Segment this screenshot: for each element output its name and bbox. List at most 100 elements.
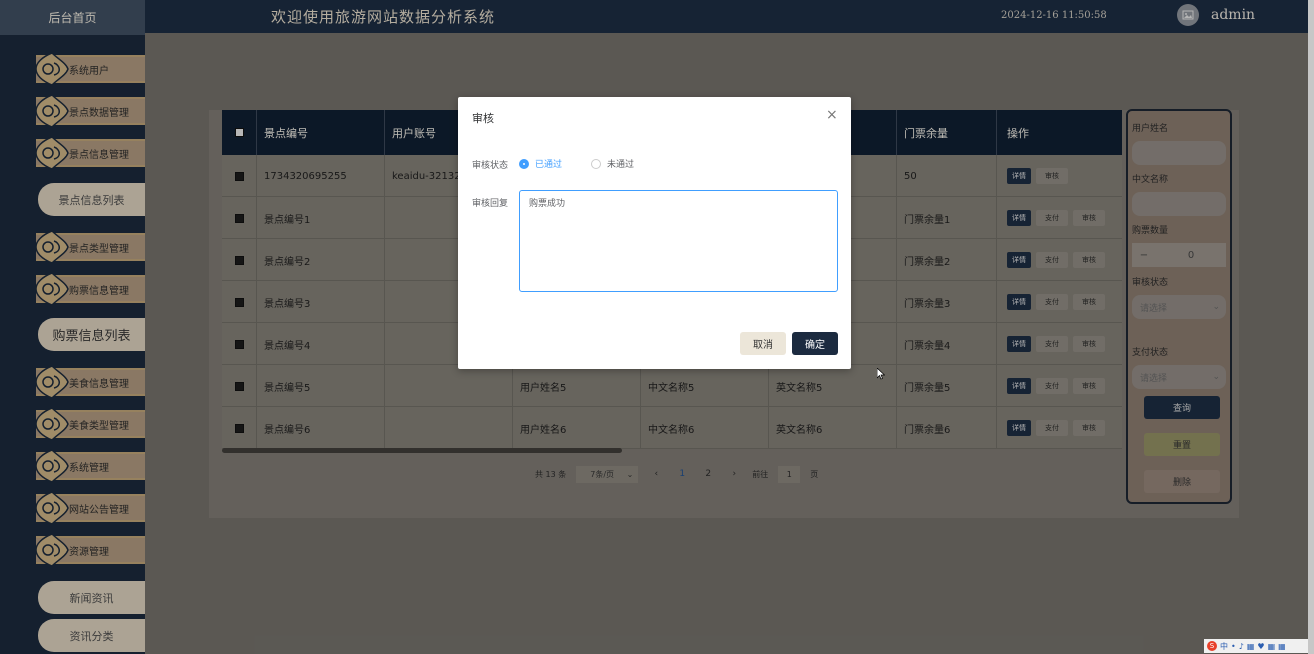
review-button[interactable]: 审核 bbox=[1073, 336, 1105, 352]
confirm-button[interactable]: 确定 bbox=[792, 332, 838, 355]
sidebar-item-ticket-info[interactable]: 购票信息管理 bbox=[35, 272, 145, 306]
detail-button[interactable]: 详情 bbox=[1007, 168, 1031, 184]
sidebar-item-scenic-info[interactable]: 景点信息管理 bbox=[35, 136, 145, 170]
ime-toolbar[interactable]: S 中 • ♪ ▦ ♥ ▦ ▦ bbox=[1204, 639, 1308, 653]
toolbox-icon[interactable]: ▦ bbox=[1268, 642, 1276, 651]
sidebar-item-announcement[interactable]: 网站公告管理 bbox=[35, 491, 145, 525]
review-button[interactable]: 审核 bbox=[1036, 168, 1068, 184]
review-button[interactable]: 审核 bbox=[1073, 252, 1105, 268]
prev-page-icon[interactable]: ‹ bbox=[648, 469, 664, 479]
pay-button[interactable]: 支付 bbox=[1036, 294, 1068, 310]
username[interactable]: admin bbox=[1211, 7, 1255, 23]
microphone-icon[interactable]: ♪ bbox=[1239, 642, 1244, 651]
radio-unchecked-icon bbox=[591, 158, 601, 169]
page-number[interactable]: 2 bbox=[700, 469, 716, 479]
sidebar-subitem-ticket-list[interactable]: 购票信息列表 bbox=[38, 318, 145, 351]
detail-button[interactable]: 详情 bbox=[1007, 378, 1031, 394]
row-checkbox[interactable] bbox=[234, 297, 244, 307]
select-all-checkbox-cell[interactable] bbox=[222, 110, 257, 155]
next-page-icon[interactable]: › bbox=[726, 469, 742, 479]
reset-button[interactable]: 重置 bbox=[1144, 433, 1220, 456]
sidebar-item-label: 系统管理 bbox=[69, 462, 109, 474]
ornament-icon bbox=[35, 407, 69, 441]
top-header bbox=[0, 0, 1308, 33]
row-checkbox[interactable] bbox=[234, 213, 244, 223]
cn-name-input[interactable] bbox=[1132, 192, 1226, 216]
quantity-stepper[interactable]: − 0 bbox=[1132, 243, 1226, 267]
radio-failed[interactable]: 未通过 bbox=[591, 157, 634, 170]
pay-button[interactable]: 支付 bbox=[1036, 420, 1068, 436]
review-button[interactable]: 审核 bbox=[1073, 378, 1105, 394]
sidebar-item-scenic-data[interactable]: 景点数据管理 bbox=[35, 94, 145, 128]
review-button[interactable]: 审核 bbox=[1073, 420, 1105, 436]
pay-button[interactable]: 支付 bbox=[1036, 210, 1068, 226]
user-name-input[interactable] bbox=[1132, 141, 1226, 165]
sidebar-item-system-users[interactable]: 系统用户 bbox=[35, 52, 145, 86]
cancel-button[interactable]: 取消 bbox=[740, 332, 786, 355]
ornament-icon bbox=[35, 94, 69, 128]
row-checkbox[interactable] bbox=[234, 255, 244, 265]
keyboard-icon[interactable]: ▦ bbox=[1247, 642, 1255, 651]
home-link[interactable]: 后台首页 bbox=[0, 0, 145, 35]
ornament-icon bbox=[35, 365, 69, 399]
sidebar-item-label: 网站公告管理 bbox=[69, 504, 129, 516]
detail-button[interactable]: 详情 bbox=[1007, 420, 1031, 436]
pay-button[interactable]: 支付 bbox=[1036, 252, 1068, 268]
page-number[interactable]: 1 bbox=[674, 469, 690, 479]
mouse-cursor-icon bbox=[877, 368, 885, 380]
punctuation-icon[interactable]: • bbox=[1231, 642, 1236, 651]
pay-status-select[interactable]: 请选择 ⌄ bbox=[1132, 365, 1226, 389]
grid-icon[interactable]: ▦ bbox=[1278, 642, 1286, 651]
sidebar-item-scenic-type[interactable]: 景点类型管理 bbox=[35, 230, 145, 264]
query-button[interactable]: 查询 bbox=[1144, 396, 1220, 419]
column-header: 景点编号 bbox=[257, 110, 385, 155]
detail-button[interactable]: 详情 bbox=[1007, 336, 1031, 352]
page-scrollbar[interactable] bbox=[1308, 0, 1314, 654]
sidebar-item-label: 景点数据管理 bbox=[69, 107, 129, 119]
detail-button[interactable]: 详情 bbox=[1007, 252, 1031, 268]
table-cell: 用户姓名6 bbox=[513, 407, 641, 449]
filter-panel: 用户姓名 中文名称 购票数量 − 0 审核状态 请选择 ⌄ 支付状态 请选择 ⌄ 查… bbox=[1126, 109, 1232, 504]
table-cell: 门票余量3 bbox=[897, 281, 997, 323]
sidebar-item-food-info[interactable]: 美食信息管理 bbox=[35, 365, 145, 399]
sidebar-subitem-scenic-list[interactable]: 景点信息列表 bbox=[38, 183, 145, 216]
minus-icon[interactable]: − bbox=[1132, 250, 1156, 261]
pay-button[interactable]: 支付 bbox=[1036, 336, 1068, 352]
delete-button[interactable]: 删除 bbox=[1144, 470, 1220, 493]
close-icon[interactable]: × bbox=[826, 107, 838, 123]
sidebar-subitem-news-category[interactable]: 资讯分类 bbox=[38, 619, 145, 652]
avatar[interactable] bbox=[1177, 4, 1199, 26]
row-checkbox[interactable] bbox=[234, 171, 244, 181]
row-checkbox[interactable] bbox=[234, 339, 244, 349]
reply-textarea[interactable]: 购票成功 bbox=[519, 190, 838, 292]
sidebar-subitem-news[interactable]: 新闻资讯 bbox=[38, 581, 145, 614]
review-status-select[interactable]: 请选择 ⌄ bbox=[1132, 295, 1226, 319]
sidebar-item-system-manage[interactable]: 系统管理 bbox=[35, 449, 145, 483]
table-horizontal-scrollbar[interactable] bbox=[222, 448, 622, 453]
skin-icon[interactable]: ♥ bbox=[1257, 642, 1264, 651]
goto-page-input[interactable]: 1 bbox=[778, 465, 801, 483]
pay-status-label: 支付状态 bbox=[1132, 348, 1169, 358]
table-cell: 门票余量4 bbox=[897, 323, 997, 365]
row-checkbox[interactable] bbox=[234, 423, 244, 433]
page-size-select[interactable]: 7条/页 ⌄ bbox=[576, 465, 639, 483]
table-cell bbox=[385, 407, 513, 449]
sidebar-item-resources[interactable]: 资源管理 bbox=[35, 533, 145, 567]
row-checkbox[interactable] bbox=[234, 381, 244, 391]
column-header: 操作 bbox=[1007, 126, 1029, 140]
detail-button[interactable]: 详情 bbox=[1007, 294, 1031, 310]
ornament-icon bbox=[35, 449, 69, 483]
select-all-checkbox[interactable] bbox=[234, 128, 244, 137]
table-cell: 景点编号2 bbox=[257, 239, 385, 281]
radio-passed[interactable]: 已通过 bbox=[519, 157, 562, 170]
ime-mode-icon[interactable]: 中 bbox=[1220, 641, 1228, 652]
detail-button[interactable]: 详情 bbox=[1007, 210, 1031, 226]
quantity-label: 购票数量 bbox=[1132, 226, 1169, 236]
sidebar-item-food-type[interactable]: 美食类型管理 bbox=[35, 407, 145, 441]
pay-button[interactable]: 支付 bbox=[1036, 378, 1068, 394]
review-button[interactable]: 审核 bbox=[1073, 210, 1105, 226]
sidebar-item-label: 美食类型管理 bbox=[69, 420, 129, 432]
review-button[interactable]: 审核 bbox=[1073, 294, 1105, 310]
table-cell: 景点编号6 bbox=[257, 407, 385, 449]
page-suffix: 页 bbox=[810, 469, 819, 479]
